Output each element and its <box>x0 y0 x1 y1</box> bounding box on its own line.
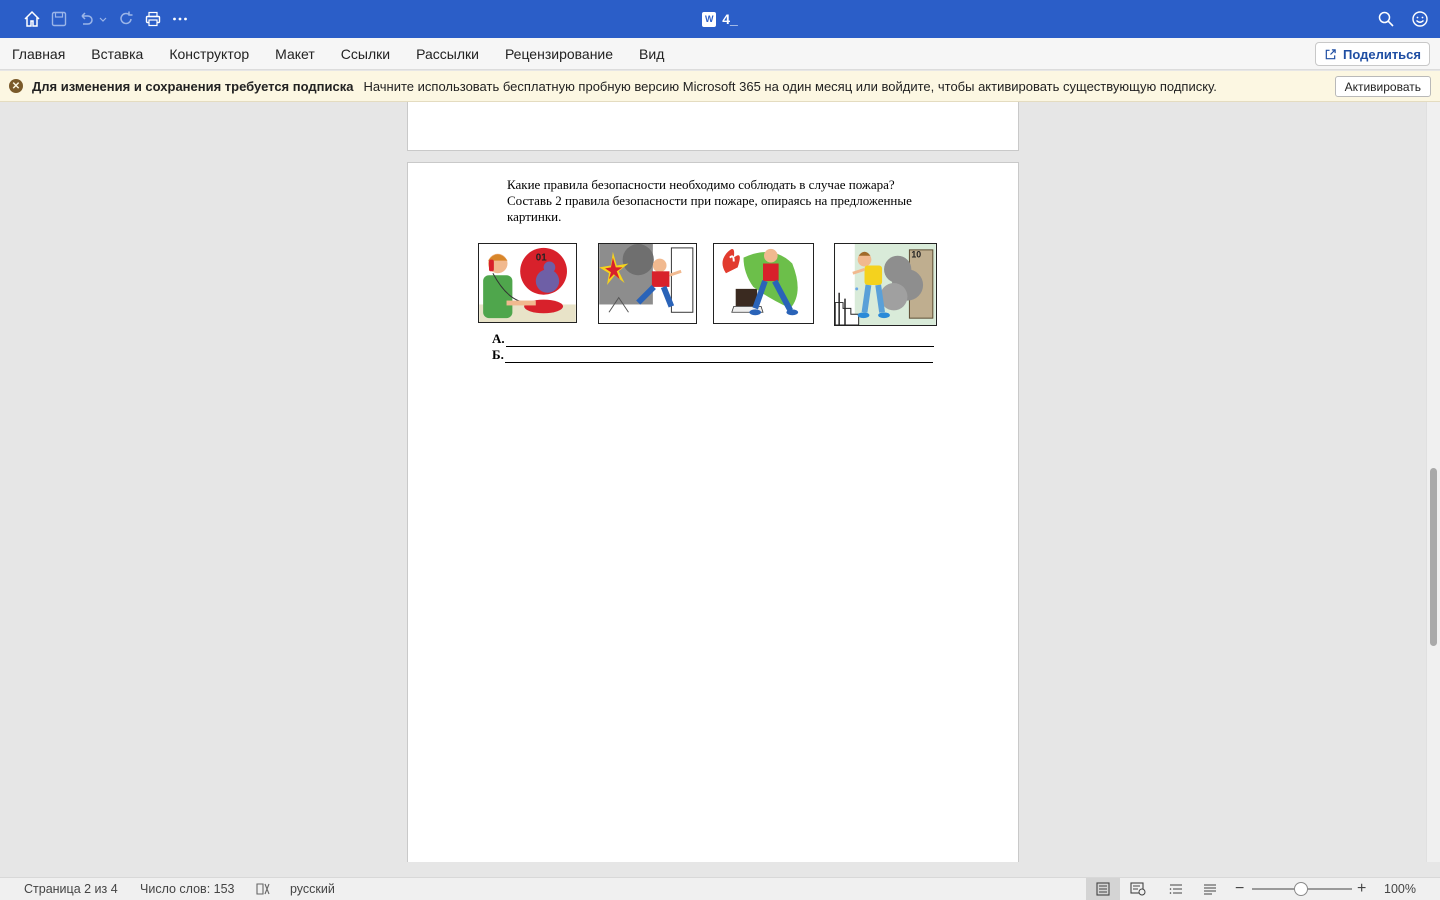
outline-icon <box>1169 884 1182 894</box>
zoom-in-icon[interactable]: + <box>1357 880 1366 898</box>
document-page[interactable]: Какие правила безопасности необходимо со… <box>407 162 1019 862</box>
question-line-3: картинки. <box>507 209 562 224</box>
ribbon-tabs-bar: Главная Вставка Конструктор Макет Ссылки… <box>0 38 1440 70</box>
tab-review[interactable]: Рецензирование <box>505 46 613 62</box>
page-count[interactable]: Страница 2 из 4 <box>24 882 118 896</box>
picture-escape-smoke <box>598 243 697 324</box>
print-icon[interactable] <box>144 10 162 28</box>
answer-a-label: А. <box>492 331 505 346</box>
tab-insert[interactable]: Вставка <box>91 46 143 62</box>
zoom-out-icon[interactable]: − <box>1235 880 1244 898</box>
question-text: Какие правила безопасности необходимо со… <box>507 177 957 225</box>
picture-blanket-fire <box>713 243 814 324</box>
scrollbar-thumb[interactable] <box>1430 468 1437 646</box>
answer-a-rule <box>505 335 934 347</box>
home-icon[interactable] <box>23 10 41 28</box>
document-title-text: 4_ <box>722 11 738 27</box>
answer-line-b[interactable]: Б. <box>492 347 933 363</box>
outline-view-button[interactable] <box>1159 878 1193 900</box>
undo-dropdown-icon[interactable] <box>97 10 109 28</box>
title-bar: W 4_ <box>0 0 1440 38</box>
previous-page-bottom <box>407 102 1019 151</box>
notice-title: Для изменения и сохранения требуется под… <box>32 78 354 94</box>
tab-references[interactable]: Ссылки <box>341 46 390 62</box>
undo-icon[interactable] <box>77 10 95 28</box>
zoom-level[interactable]: 100% <box>1384 882 1416 896</box>
draft-view-button[interactable] <box>1193 878 1227 900</box>
print-layout-icon <box>1096 882 1110 896</box>
language-indicator[interactable]: русский <box>290 882 335 896</box>
activate-button[interactable]: Активировать <box>1334 76 1431 97</box>
share-button[interactable]: Поделиться <box>1314 42 1430 66</box>
phone-number-label: 01 <box>536 253 547 264</box>
tab-layout[interactable]: Макет <box>275 46 315 62</box>
dismiss-circle-x-icon[interactable]: ✕ <box>9 79 23 93</box>
tab-mailings[interactable]: Рассылки <box>416 46 479 62</box>
word-count[interactable]: Число слов: 153 <box>140 882 235 896</box>
share-icon <box>1325 48 1336 59</box>
tab-view[interactable]: Вид <box>639 46 664 62</box>
search-icon[interactable] <box>1377 10 1395 28</box>
answer-line-a[interactable]: А. <box>492 331 934 347</box>
picture-phone-call: 01 <box>478 243 577 323</box>
feedback-smiley-icon[interactable] <box>1411 10 1429 28</box>
share-label: Поделиться <box>1342 46 1421 62</box>
zoom-slider-knob[interactable] <box>1294 882 1308 896</box>
document-canvas[interactable]: Какие правила безопасности необходимо со… <box>0 102 1426 862</box>
tab-home[interactable]: Главная <box>12 46 65 62</box>
vertical-scrollbar[interactable] <box>1426 102 1440 862</box>
word-file-icon: W <box>702 11 717 27</box>
picture-smoke-stairs: 10 <box>834 243 937 326</box>
proofing-icon[interactable] <box>255 882 271 896</box>
question-line-2: Составь 2 правила безопасности при пожар… <box>507 193 912 208</box>
draft-icon <box>1204 884 1216 895</box>
print-layout-view-button[interactable] <box>1086 878 1120 900</box>
tab-design[interactable]: Конструктор <box>169 46 249 62</box>
status-bar: Страница 2 из 4 Число слов: 153 русский … <box>0 877 1440 900</box>
ribbon-tabs: Главная Вставка Конструктор Макет Ссылки… <box>12 38 664 70</box>
question-line-1: Какие правила безопасности необходимо со… <box>507 177 895 192</box>
floor-number-label: 10 <box>911 250 921 260</box>
redo-icon[interactable] <box>117 10 135 28</box>
web-layout-icon <box>1130 882 1146 896</box>
web-layout-view-button[interactable] <box>1121 878 1155 900</box>
answer-b-rule <box>504 351 933 363</box>
notice-message: Начните использовать бесплатную пробную … <box>363 78 1217 94</box>
save-icon[interactable] <box>50 10 68 28</box>
answer-b-label: Б. <box>492 347 504 362</box>
document-title: W 4_ <box>0 0 1440 38</box>
subscription-notice-bar: ✕ Для изменения и сохранения требуется п… <box>0 71 1440 102</box>
more-icon[interactable] <box>171 10 189 28</box>
